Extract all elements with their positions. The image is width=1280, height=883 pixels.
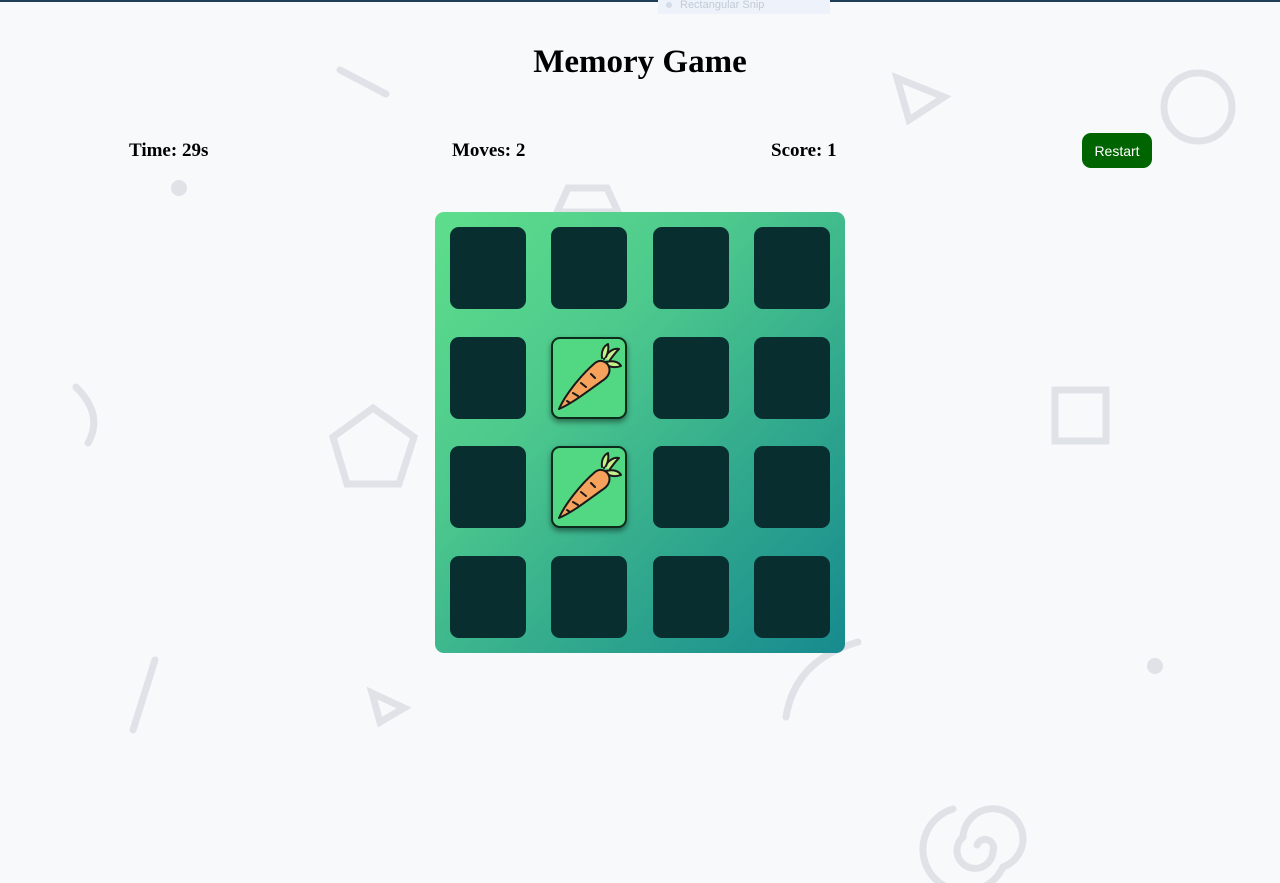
bg-triangle-shape-2 bbox=[366, 686, 412, 728]
card-flipped[interactable] bbox=[551, 446, 627, 528]
bg-circle-shape bbox=[1160, 69, 1236, 145]
card-hidden[interactable] bbox=[450, 227, 526, 309]
bg-arc-shape-2 bbox=[782, 638, 862, 721]
page-title: Memory Game bbox=[533, 44, 747, 80]
restart-button[interactable]: Restart bbox=[1082, 133, 1152, 168]
game-board bbox=[435, 212, 845, 653]
carrot-icon bbox=[558, 343, 622, 410]
bg-pentagon-shape bbox=[328, 403, 419, 488]
moves-counter: Moves: 2 bbox=[452, 140, 526, 161]
card-hidden[interactable] bbox=[754, 337, 830, 419]
card-hidden[interactable] bbox=[450, 556, 526, 638]
bg-line-shape-2 bbox=[129, 656, 159, 734]
bg-square-shape bbox=[1051, 386, 1110, 445]
bg-hexagon-shape bbox=[551, 184, 624, 216]
score-display: Score: 1 bbox=[771, 140, 837, 161]
card-flipped[interactable] bbox=[551, 337, 627, 419]
bg-arc-shape bbox=[72, 383, 98, 447]
bg-triangle-shape bbox=[891, 72, 952, 126]
card-hidden[interactable] bbox=[653, 556, 729, 638]
card-hidden[interactable] bbox=[754, 227, 830, 309]
bg-dot-shape-2 bbox=[1147, 658, 1163, 674]
card-hidden[interactable] bbox=[551, 227, 627, 309]
card-hidden[interactable] bbox=[551, 556, 627, 638]
card-hidden[interactable] bbox=[653, 227, 729, 309]
timer-display: Time: 29s bbox=[129, 140, 209, 161]
card-hidden[interactable] bbox=[754, 556, 830, 638]
card-hidden[interactable] bbox=[450, 446, 526, 528]
carrot-icon bbox=[558, 452, 622, 519]
bg-dot-shape bbox=[171, 180, 187, 196]
card-hidden[interactable] bbox=[450, 337, 526, 419]
card-hidden[interactable] bbox=[653, 337, 729, 419]
card-hidden[interactable] bbox=[754, 446, 830, 528]
card-hidden[interactable] bbox=[653, 446, 729, 528]
bg-spiral-shape bbox=[919, 805, 1027, 883]
